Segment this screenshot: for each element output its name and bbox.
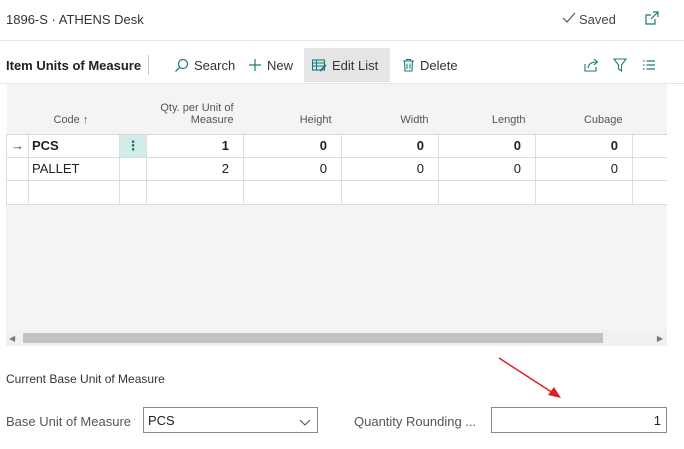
code-cell[interactable]: PCS: [28, 134, 120, 158]
saved-label: Saved: [579, 12, 616, 27]
cubage-cell[interactable]: 0: [535, 134, 633, 158]
label-dot-separator: ·: [133, 414, 137, 425]
cubage-cell[interactable]: 0: [535, 157, 633, 181]
filter-button[interactable]: [607, 48, 633, 82]
row-menu-cell[interactable]: [119, 157, 147, 181]
column-header-width[interactable]: Width: [341, 84, 439, 135]
base-unit-section-title: Current Base Unit of Measure: [6, 372, 165, 386]
column-header-height[interactable]: Height: [243, 84, 342, 135]
cubage-cell[interactable]: [535, 180, 633, 205]
new-button[interactable]: New: [240, 48, 301, 82]
length-cell[interactable]: [438, 180, 536, 205]
table-row[interactable]: → PCS ⋮ 1 0 0 0 0: [6, 134, 667, 158]
row-menu-icon[interactable]: ⋮: [119, 134, 147, 158]
qty-cell[interactable]: [146, 180, 244, 205]
search-icon: [174, 58, 189, 73]
code-cell[interactable]: [28, 180, 120, 205]
qty-cell[interactable]: 1: [146, 134, 244, 158]
width-cell[interactable]: [341, 180, 439, 205]
width-cell[interactable]: 0: [341, 134, 439, 158]
page-title: 1896-S · ATHENS Desk: [6, 12, 144, 27]
column-header-overflow: [632, 84, 667, 135]
action-bar: Item Units of Measure Search New Edit Li…: [0, 47, 684, 83]
qty-rounding-input[interactable]: 1: [491, 407, 667, 433]
row-menu-cell[interactable]: [119, 180, 147, 205]
list-view-icon: [642, 59, 656, 71]
overflow-cell: [632, 180, 667, 205]
new-row[interactable]: [6, 180, 667, 205]
scroll-right-icon[interactable]: ▶: [657, 334, 663, 343]
chevron-down-icon: [299, 415, 311, 430]
horizontal-scrollbar[interactable]: ◀ ▶: [6, 330, 667, 346]
action-separator: [148, 55, 149, 75]
edit-list-label: Edit List: [332, 57, 379, 73]
qty-rounding-value: 1: [653, 413, 661, 428]
share-icon: [584, 58, 599, 72]
list-view-button[interactable]: [636, 48, 662, 82]
page-header: 1896-S · ATHENS Desk Saved: [0, 0, 684, 40]
overflow-cell: [632, 157, 667, 181]
delete-label: Delete: [420, 57, 458, 73]
length-cell[interactable]: 0: [438, 157, 536, 181]
table-header-row: Code ↑ Qty. per Unit of Measure Height W…: [6, 84, 667, 135]
delete-button[interactable]: Delete: [394, 48, 466, 82]
code-cell[interactable]: PALLET: [28, 157, 120, 181]
current-row-arrow-icon: →: [6, 134, 29, 158]
base-unit-label: Base Unit of Measure: [6, 414, 132, 429]
table-row[interactable]: PALLET 2 0 0 0 0: [6, 157, 667, 181]
row-menu-header: [119, 84, 147, 135]
edit-list-button[interactable]: Edit List: [304, 48, 390, 82]
column-header-qty[interactable]: Qty. per Unit of Measure: [146, 84, 244, 135]
base-unit-select[interactable]: PCS: [143, 407, 318, 433]
qty-rounding-label: Quantity Rounding ...: [354, 414, 477, 429]
scrollbar-thumb[interactable]: [23, 333, 603, 343]
row-indicator-header: [6, 84, 29, 135]
popout-icon[interactable]: [644, 10, 660, 26]
share-button[interactable]: [578, 48, 605, 82]
part-title: Item Units of Measure: [6, 58, 142, 73]
plus-icon: [248, 58, 262, 72]
height-cell[interactable]: [243, 180, 342, 205]
checkmark-icon: [562, 12, 576, 27]
row-indicator-cell: [6, 157, 29, 181]
overflow-cell: [632, 134, 667, 158]
trash-icon: [402, 58, 415, 72]
units-table: Code ↑ Qty. per Unit of Measure Height W…: [6, 84, 667, 205]
column-header-length[interactable]: Length: [438, 84, 536, 135]
column-header-cubage[interactable]: Cubage: [535, 84, 633, 135]
row-indicator-cell: [6, 180, 29, 205]
saved-status: Saved: [562, 12, 616, 27]
base-unit-value: PCS: [148, 413, 175, 428]
width-cell[interactable]: 0: [341, 157, 439, 181]
units-grid: Code ↑ Qty. per Unit of Measure Height W…: [6, 84, 667, 346]
height-cell[interactable]: 0: [243, 134, 342, 158]
new-label: New: [267, 57, 294, 73]
search-button[interactable]: Search: [166, 48, 243, 82]
qty-cell[interactable]: 2: [146, 157, 244, 181]
length-cell[interactable]: 0: [438, 134, 536, 158]
search-label: Search: [194, 57, 236, 73]
scroll-left-icon[interactable]: ◀: [9, 334, 15, 343]
edit-list-icon: [312, 58, 327, 72]
column-header-code[interactable]: Code ↑: [28, 84, 120, 135]
height-cell[interactable]: 0: [243, 157, 342, 181]
filter-icon: [613, 58, 627, 72]
header-divider: [0, 40, 684, 41]
